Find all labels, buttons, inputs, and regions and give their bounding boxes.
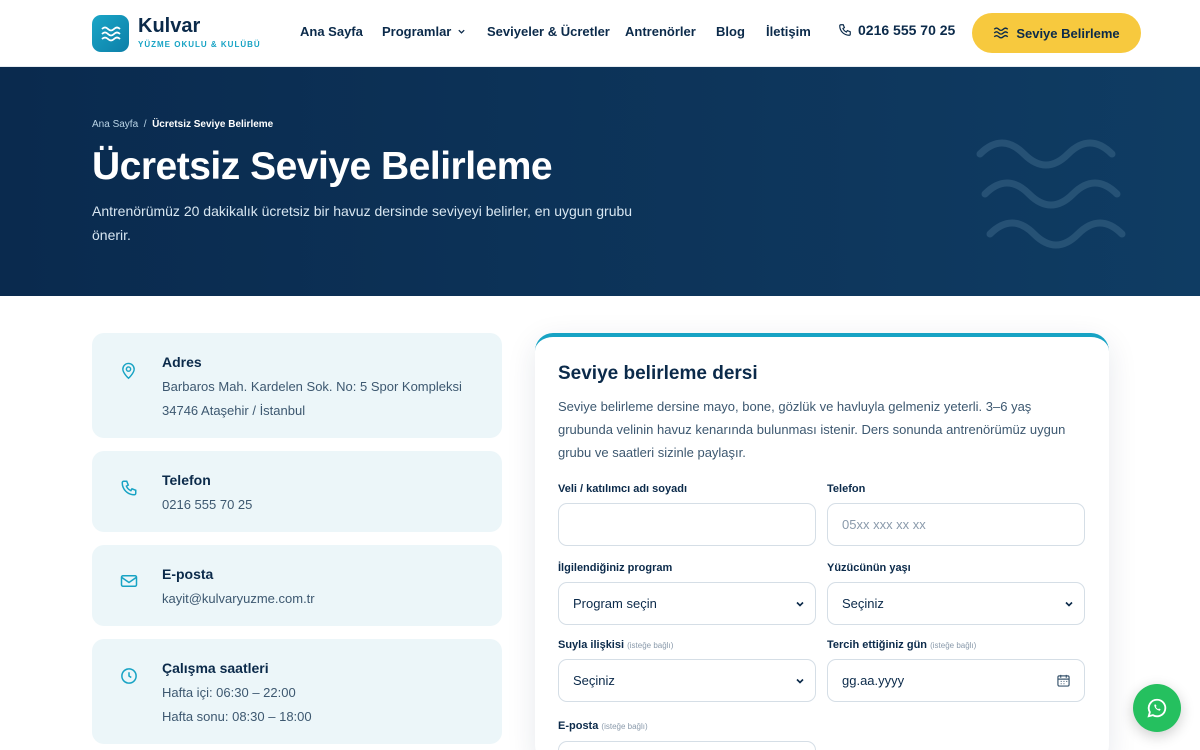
header-phone-number: 0216 555 70 25 <box>858 22 956 38</box>
breadcrumb-current: Ücretsiz Seviye Belirleme <box>152 119 274 130</box>
decorative-waves-icon <box>976 139 1126 249</box>
page-subtitle: Antrenörümüz 20 dakikalık ücretsiz bir h… <box>92 203 633 243</box>
email-label: E-posta (isteğe bağlı) <box>558 720 648 732</box>
breadcrumb: Ana Sayfa / Ücretsiz Seviye Belirleme <box>92 119 273 130</box>
nav-blog[interactable]: Blog <box>716 24 745 39</box>
water-relation-select-value: Seçiniz <box>573 673 615 688</box>
optional-tag: (isteğe bağlı) <box>627 641 674 650</box>
info-card-hours: Çalışma saatleri Hafta içi: 06:30 – 22:0… <box>92 639 502 744</box>
preferred-day-input[interactable]: gg.aa.yyyy <box>827 659 1085 702</box>
level-assessment-button[interactable]: Seviye Belirleme <box>972 13 1141 53</box>
water-relation-label-text: Suyla ilişkisi <box>558 639 625 651</box>
page-hero: Ana Sayfa / Ücretsiz Seviye Belirleme Üc… <box>0 67 1200 296</box>
preferred-day-placeholder: gg.aa.yyyy <box>842 673 905 688</box>
name-input[interactable] <box>558 503 816 546</box>
water-relation-label: Suyla ilişkisi (isteğe bağlı) <box>558 639 673 651</box>
whatsapp-button[interactable] <box>1133 684 1181 732</box>
breadcrumb-separator: / <box>143 119 147 130</box>
nav-coaches[interactable]: Antrenörler <box>625 24 696 39</box>
address-line-1: Barbaros Mah. Kardelen Sok. No: 5 Spor K… <box>162 379 462 394</box>
chevron-down-icon <box>458 29 465 34</box>
phone-title: Telefon <box>162 472 211 488</box>
phone-input[interactable]: 05xx xxx xx xx <box>827 503 1085 546</box>
phone-icon <box>121 480 137 496</box>
location-pin-icon <box>122 362 135 380</box>
hours-weekday: Hafta içi: 06:30 – 22:00 <box>162 685 296 700</box>
email-label-text: E-posta <box>558 720 599 732</box>
nav-programs[interactable]: Programlar <box>382 24 466 39</box>
hours-title: Çalışma saatleri <box>162 660 269 676</box>
phone-icon <box>839 24 851 36</box>
email-input[interactable] <box>558 741 816 750</box>
program-select[interactable]: Program seçin <box>558 582 816 625</box>
site-header: Kulvar YÜZME OKULU & KULÜBÜ Ana Sayfa Pr… <box>0 0 1200 67</box>
brand-name[interactable]: Kulvar <box>138 15 200 38</box>
email-title: E-posta <box>162 566 214 582</box>
optional-tag: (isteğe bağlı) <box>930 641 977 650</box>
assessment-form-card: Seviye belirleme dersi Seviye belirleme … <box>535 333 1109 750</box>
name-label: Veli / katılımcı adı soyadı <box>558 483 688 495</box>
chevron-down-icon <box>1065 601 1073 607</box>
chevron-down-icon <box>796 601 804 607</box>
brand-tagline: YÜZME OKULU & KULÜBÜ <box>138 40 261 49</box>
logo-waves-icon[interactable] <box>92 15 129 52</box>
nav-levels-prices[interactable]: Seviyeler & Ücretler <box>487 24 610 39</box>
program-label: İlgilendiğiniz program <box>558 562 673 574</box>
hours-weekend: Hafta sonu: 08:30 – 18:00 <box>162 709 312 724</box>
clock-icon <box>121 668 137 684</box>
cta-label: Seviye Belirleme <box>1016 25 1120 41</box>
nav-programs-label: Programlar <box>382 24 452 39</box>
phone-number-link[interactable]: 0216 555 70 25 <box>162 497 252 512</box>
header-phone[interactable]: 0216 555 70 25 <box>838 22 955 38</box>
age-select-value: Seçiniz <box>842 596 884 611</box>
nav-home[interactable]: Ana Sayfa <box>300 24 363 39</box>
phone-label: Telefon <box>827 483 866 495</box>
info-card-email: E-posta kayit@kulvaryuzme.com.tr <box>92 545 502 626</box>
form-title: Seviye belirleme dersi <box>558 363 758 384</box>
breadcrumb-home[interactable]: Ana Sayfa <box>92 119 138 130</box>
water-relation-select[interactable]: Seçiniz <box>558 659 816 702</box>
whatsapp-icon <box>1147 698 1167 718</box>
optional-tag: (isteğe bağlı) <box>601 722 648 731</box>
form-description: Seviye belirleme dersine mayo, bone, göz… <box>558 399 1066 460</box>
email-link[interactable]: kayit@kulvaryuzme.com.tr <box>162 591 315 606</box>
preferred-day-label-text: Tercih ettiğiniz gün <box>827 639 928 651</box>
nav-contact[interactable]: İletişim <box>766 24 811 39</box>
calendar-icon[interactable] <box>1057 674 1070 687</box>
address-title: Adres <box>162 354 202 370</box>
page-title: Ücretsiz Seviye Belirleme <box>92 145 553 188</box>
info-card-address: Adres Barbaros Mah. Kardelen Sok. No: 5 … <box>92 333 502 438</box>
mail-icon <box>120 575 138 587</box>
info-card-phone: Telefon 0216 555 70 25 <box>92 451 502 532</box>
program-select-value: Program seçin <box>573 596 657 611</box>
age-select[interactable]: Seçiniz <box>827 582 1085 625</box>
preferred-day-label: Tercih ettiğiniz gün (isteğe bağlı) <box>827 639 976 651</box>
chevron-down-icon <box>796 678 804 684</box>
waves-icon <box>994 27 1009 39</box>
address-line-2: 34746 Ataşehir / İstanbul <box>162 403 306 418</box>
age-label: Yüzücünün yaşı <box>827 562 911 574</box>
